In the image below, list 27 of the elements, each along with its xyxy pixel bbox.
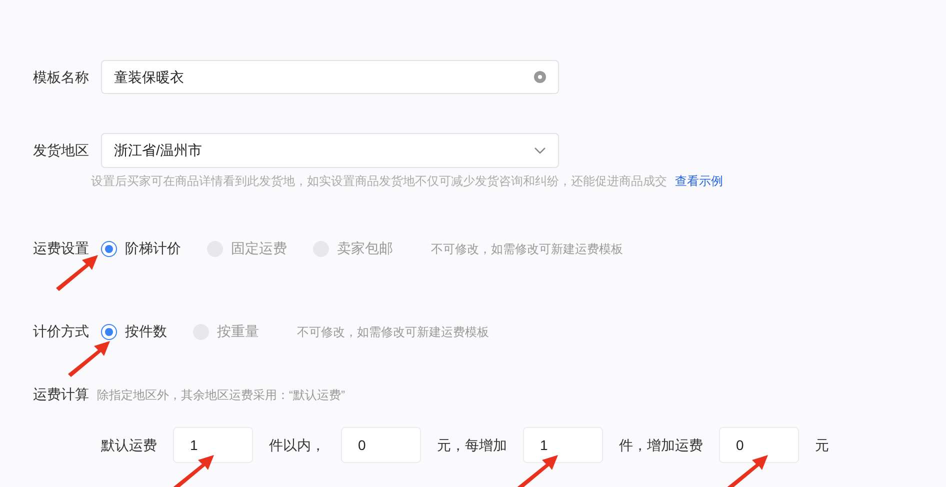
radio-option[interactable]: 阶梯计价 xyxy=(101,238,181,259)
field-label: 运费设置 xyxy=(33,239,90,258)
note-text: 除指定地区外，其余地区运费采用：“默认运费” xyxy=(97,386,345,404)
number-field[interactable]: 1 xyxy=(173,427,253,463)
radio-icon[interactable] xyxy=(101,324,117,340)
radio-option[interactable]: 按件数 xyxy=(101,321,167,342)
field-label: 模板名称 xyxy=(33,68,90,86)
number-field[interactable]: 0 xyxy=(341,427,421,463)
region-select[interactable]: 浙江省/温州市 xyxy=(101,133,559,168)
radio-icon[interactable] xyxy=(101,240,117,256)
inline-text: 元，每增加 xyxy=(437,436,507,454)
inline-text: 件，增加运费 xyxy=(619,436,703,454)
hint-text: 设置后买家可在商品详情看到此发货地，如实设置商品发货地不仅可减少发货咨询和纠纷，还能促进商品成交 xyxy=(91,173,667,190)
example-link[interactable]: 查看示例 xyxy=(675,172,723,190)
field-label: 运费计算 xyxy=(33,385,89,404)
note-text: 不可修改，如需修改可新建运费模板 xyxy=(297,324,489,340)
field-label: 计价方式 xyxy=(33,322,90,341)
note-text: 不可修改，如需修改可新建运费模板 xyxy=(431,240,623,258)
number-field[interactable]: 0 xyxy=(719,427,799,463)
number-field[interactable]: 1 xyxy=(523,427,603,463)
clear-icon[interactable] xyxy=(534,71,546,83)
field-label: 发货地区 xyxy=(33,141,90,160)
inline-text: 默认运费 xyxy=(101,436,157,454)
name-field[interactable]: 童装保暖衣 xyxy=(101,60,559,94)
chevron-down-icon xyxy=(534,146,546,154)
inline-text: 件以内， xyxy=(269,436,325,454)
inline-text: 元 xyxy=(815,436,829,454)
